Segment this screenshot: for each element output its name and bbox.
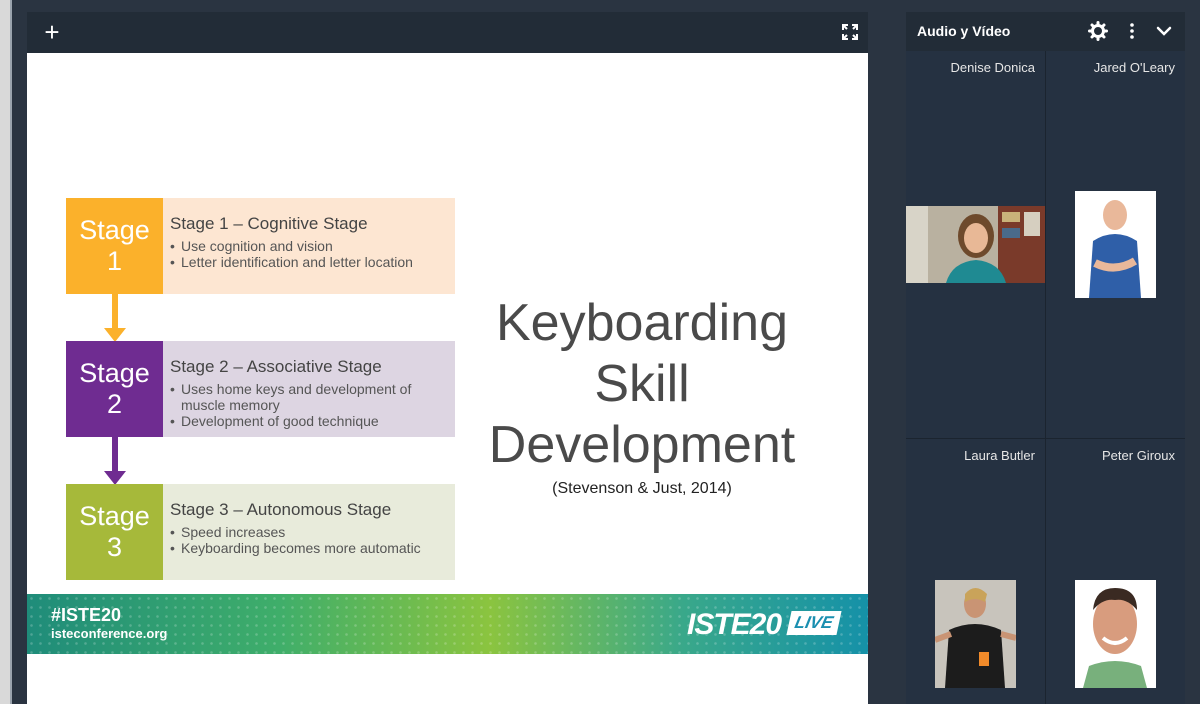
plus-icon[interactable]: + xyxy=(37,18,67,48)
presentation-toolbar: + xyxy=(27,12,868,53)
participant-photo xyxy=(1075,191,1156,298)
slide-title-line: Development xyxy=(488,416,796,474)
stage-3-number: 3 xyxy=(106,532,123,562)
participant-photo xyxy=(935,580,1016,688)
participant-name: Laura Butler xyxy=(964,448,1035,463)
participant-tile[interactable]: Peter Giroux xyxy=(1046,439,1185,704)
panel-header: Audio y Vídeo xyxy=(906,12,1185,51)
tile-divider-vertical xyxy=(1045,51,1046,704)
window-left-border xyxy=(10,0,12,704)
participant-name: Jared O'Leary xyxy=(1093,60,1175,75)
stage-1-box: Stage 1 xyxy=(66,198,163,294)
gear-icon[interactable] xyxy=(1088,21,1108,41)
participant-tile[interactable]: Denise Donica xyxy=(906,51,1045,438)
tile-divider-horizontal xyxy=(906,438,1185,439)
participant-video xyxy=(906,206,1045,283)
stage-3-bullet: Speed increases xyxy=(170,524,455,540)
participant-tile[interactable]: Laura Butler xyxy=(906,439,1045,704)
participant-tile[interactable]: Jared O'Leary xyxy=(1046,51,1185,438)
chevron-down-icon[interactable] xyxy=(1154,21,1174,41)
stage-2-box: Stage 2 xyxy=(66,341,163,437)
slide: Stage 1 Stage 1 – Cognitive Stage Use co… xyxy=(27,53,868,704)
iste-logo: ISTE20 xyxy=(687,608,782,641)
stage-1-bullet: Use cognition and vision xyxy=(170,238,455,254)
participant-name: Peter Giroux xyxy=(1102,448,1175,463)
stage-1-word: Stage xyxy=(79,215,150,245)
banner-hashtag: #ISTE20 xyxy=(51,605,122,625)
arrow-1-head xyxy=(104,328,126,342)
audio-video-panel: Audio y Vídeo Denise Donica Jared O'Lear… xyxy=(906,12,1185,704)
stage-1-bullet: Letter identification and letter locatio… xyxy=(170,254,455,270)
window-left-edge xyxy=(0,0,10,704)
arrow-1-line xyxy=(112,294,118,330)
stage-2-title: Stage 2 – Associative Stage xyxy=(170,357,382,376)
arrow-2-head xyxy=(104,471,126,485)
stage-2-description: Stage 2 – Associative Stage Uses home ke… xyxy=(163,341,455,437)
stage-1-number: 1 xyxy=(106,246,123,276)
slide-citation: (Stevenson & Just, 2014) xyxy=(552,480,732,497)
stage-2-bullet: Development of good technique xyxy=(170,413,455,429)
stage-3-box: Stage 3 xyxy=(66,484,163,580)
stage-3-description: Stage 3 – Autonomous Stage Speed increas… xyxy=(163,484,455,580)
participant-photo xyxy=(1075,580,1156,688)
stage-1-title: Stage 1 – Cognitive Stage xyxy=(170,214,368,233)
stage-3-bullet: Keyboarding becomes more automatic xyxy=(170,540,455,556)
stage-1-description: Stage 1 – Cognitive Stage Use cognition … xyxy=(163,198,455,294)
stage-2-number: 2 xyxy=(106,389,123,419)
presentation-area: + Stage 1 Stage 1 – Cognitive Stage Use … xyxy=(27,12,868,704)
live-badge: LIVE xyxy=(786,611,842,635)
arrow-2-line xyxy=(112,437,118,473)
iste-banner: #ISTE20 isteconference.org ISTE20 LIVE xyxy=(27,594,868,654)
more-vertical-icon[interactable] xyxy=(1122,21,1142,41)
banner-site: isteconference.org xyxy=(51,626,168,641)
stage-2-word: Stage xyxy=(79,358,150,388)
fullscreen-icon[interactable] xyxy=(840,22,860,42)
panel-title: Audio y Vídeo xyxy=(917,23,1011,39)
slide-title: Keyboarding Skill Development xyxy=(487,293,797,476)
slide-title-line: Keyboarding xyxy=(496,294,788,352)
stage-2-bullet: Uses home keys and development of muscle… xyxy=(170,381,421,413)
slide-title-line: Skill xyxy=(594,355,690,413)
stage-3-title: Stage 3 – Autonomous Stage xyxy=(170,500,392,519)
participant-name: Denise Donica xyxy=(950,60,1035,75)
stage-3-word: Stage xyxy=(79,501,150,531)
